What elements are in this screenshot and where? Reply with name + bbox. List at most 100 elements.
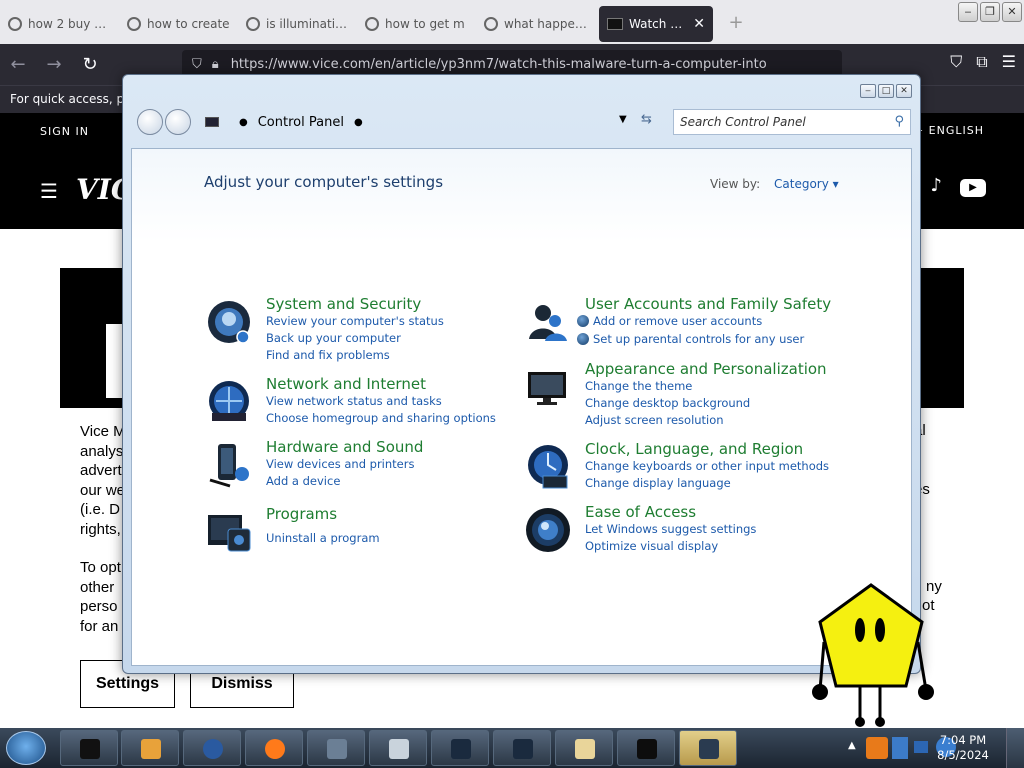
reload-icon[interactable]: ↻ [72, 54, 108, 75]
extensions-icon[interactable]: ⧉ [976, 52, 987, 72]
view-by-dropdown[interactable]: Category ▾ [774, 177, 839, 191]
control-panel-window[interactable]: ‒ □ ✕ ● Control Panel ● ▼ ⇆ Search Contr… [122, 74, 921, 674]
programs-icon[interactable] [206, 509, 252, 555]
category-title[interactable]: Network and Internet [266, 375, 426, 393]
category-link[interactable]: View devices and printers [266, 457, 414, 471]
address-dropdown-icon[interactable]: ▼ [619, 114, 627, 125]
category-title[interactable]: Programs [266, 505, 337, 523]
cp-close-button[interactable]: ✕ [896, 84, 912, 98]
google-favicon-icon [484, 17, 498, 31]
search-app-icon[interactable] [866, 737, 888, 759]
category-link[interactable]: Add or remove user accounts [577, 314, 762, 328]
browser-tab[interactable]: is illuminati re [238, 6, 357, 42]
category-link[interactable]: Change desktop background [585, 396, 750, 410]
pocket-icon[interactable]: ⛉ [950, 52, 962, 72]
appearance-monitor-icon[interactable] [525, 364, 571, 410]
taskbar-app-terminal[interactable] [617, 730, 675, 766]
toolbar-right: ⛉ ⧉ ☰ [950, 52, 1016, 72]
category-link[interactable]: Uninstall a program [266, 531, 380, 545]
cp-forward-button[interactable] [165, 109, 191, 135]
clock[interactable]: 7:04 PM 8/5/2024 [930, 733, 996, 763]
taskbar-app-globe[interactable] [183, 730, 241, 766]
uac-shield-icon [577, 333, 589, 345]
category-title[interactable]: System and Security [266, 295, 421, 313]
category-link[interactable]: Set up parental controls for any user [577, 332, 804, 346]
category-title[interactable]: Appearance and Personalization [585, 360, 827, 378]
close-window-button[interactable]: ✕ [1002, 2, 1022, 22]
category-title[interactable]: Hardware and Sound [266, 438, 423, 456]
language-selector[interactable]: + ENGLISH [914, 124, 984, 137]
breadcrumb-separator-icon[interactable]: ● [354, 117, 363, 128]
search-input[interactable]: Search Control Panel ⚲ [673, 109, 911, 135]
taskbar-app-monitor[interactable] [60, 730, 118, 766]
category-link[interactable]: Adjust screen resolution [585, 413, 724, 427]
start-button[interactable] [6, 731, 46, 765]
ease-of-access-icon[interactable] [525, 507, 571, 553]
tray-expand-icon[interactable]: ▲ [848, 740, 856, 751]
browser-tab[interactable]: how to get m [357, 6, 476, 42]
close-tab-icon[interactable]: ✕ [693, 16, 705, 32]
network-globe-icon[interactable] [206, 379, 252, 425]
taskbar-app-paint[interactable] [555, 730, 613, 766]
cp-minimize-button[interactable]: ‒ [860, 84, 876, 98]
minimize-button[interactable]: ‒ [958, 2, 978, 22]
forward-arrow-icon[interactable]: → [36, 54, 72, 75]
maximize-button[interactable]: ❐ [980, 2, 1000, 22]
breadcrumb-control-panel[interactable]: Control Panel [258, 115, 344, 130]
menu-icon[interactable]: ☰ [1002, 52, 1016, 72]
breadcrumb-separator-icon[interactable]: ● [239, 117, 248, 128]
notice-text-line: (i.e. D [80, 501, 121, 518]
clock-time: 7:04 PM [939, 733, 987, 747]
tiktok-icon[interactable]: ♪ [931, 175, 943, 196]
browser-tab[interactable]: how 2 buy we [0, 6, 119, 42]
category-link[interactable]: Let Windows suggest settings [585, 522, 756, 536]
category-link[interactable]: Add a device [266, 474, 340, 488]
cp-maximize-button[interactable]: □ [878, 84, 894, 98]
shield-icon[interactable]: ⛉ [192, 57, 202, 72]
browser-tab-active[interactable]: Watch This✕ [599, 6, 713, 42]
category-title[interactable]: User Accounts and Family Safety [585, 295, 831, 313]
clock-globe-icon[interactable] [525, 444, 571, 490]
category-link[interactable]: Back up your computer [266, 331, 401, 345]
user-accounts-icon[interactable] [525, 299, 571, 345]
refresh-icon[interactable]: ⇆ [641, 112, 652, 127]
category-title[interactable]: Ease of Access [585, 503, 696, 521]
lock-icon[interactable]: 🔒︎ [212, 57, 219, 72]
cp-back-button[interactable] [137, 109, 163, 135]
category-link[interactable]: Change display language [585, 476, 731, 490]
hamburger-menu-icon[interactable]: ☰ [40, 179, 58, 203]
view-by: View by: Category ▾ [710, 177, 839, 191]
taskbar-app-media[interactable] [121, 730, 179, 766]
youtube-icon[interactable]: ▶ [960, 179, 986, 197]
category-link[interactable]: Review your computer's status [266, 314, 444, 328]
network-tray-icon[interactable] [914, 741, 928, 753]
browser-tab[interactable]: what happens [476, 6, 595, 42]
notice-text-line: To opt [80, 559, 121, 576]
category-link[interactable]: Change keyboards or other input methods [585, 459, 829, 473]
back-arrow-icon[interactable]: ← [0, 54, 36, 75]
category-link[interactable]: Find and fix problems [266, 348, 390, 362]
sign-in-link[interactable]: SIGN IN [40, 125, 89, 138]
show-desktop-button[interactable] [1006, 728, 1024, 768]
system-security-icon[interactable] [206, 299, 252, 345]
taskbar-app-calculator[interactable] [369, 730, 427, 766]
taskbar-app-control-panel[interactable] [679, 730, 737, 766]
search-icon[interactable]: ⚲ [894, 114, 904, 129]
category-link[interactable]: View network status and tasks [266, 394, 442, 408]
hardware-printer-icon[interactable] [206, 442, 252, 488]
browser-tab[interactable]: how to create [119, 6, 238, 42]
category-title[interactable]: Clock, Language, and Region [585, 440, 803, 458]
new-tab-button[interactable]: + [721, 12, 751, 33]
category-link[interactable]: Choose homegroup and sharing options [266, 411, 496, 425]
taskbar-app-network[interactable] [307, 730, 365, 766]
shield-tray-icon[interactable] [892, 737, 908, 759]
notice-text-line: analys [80, 442, 124, 460]
category-link[interactable]: Optimize visual display [585, 539, 718, 553]
taskbar-app-window[interactable] [431, 730, 489, 766]
category-link[interactable]: Change the theme [585, 379, 692, 393]
browser-tabstrip: how 2 buy we how to create is illuminati… [0, 0, 1024, 44]
taskbar-app-firefox[interactable] [245, 730, 303, 766]
taskbar-app-window[interactable] [493, 730, 551, 766]
notice-text-line: Vice M [80, 423, 126, 440]
breadcrumb[interactable]: ● Control Panel ● [205, 105, 373, 139]
